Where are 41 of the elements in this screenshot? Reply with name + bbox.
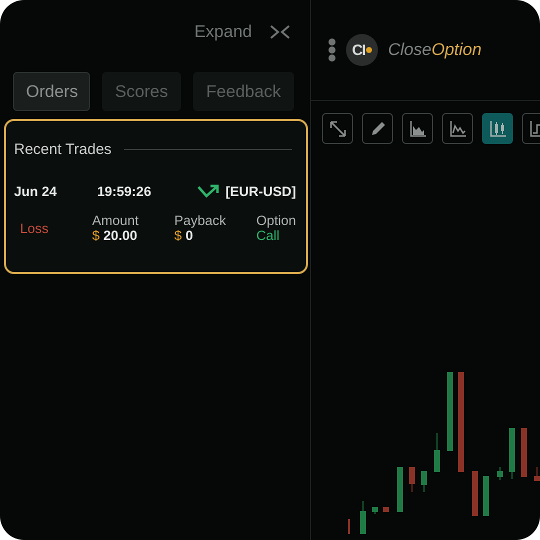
- option-label: Option: [256, 213, 296, 228]
- card-title: Recent Trades: [14, 140, 112, 158]
- trade-date: Jun 24: [14, 184, 58, 198]
- amount-value: $ 20.00: [92, 228, 138, 243]
- trade-time: 19:59:26: [97, 184, 152, 198]
- candlestick-icon: [488, 118, 508, 138]
- tab[interactable]: Scores: [102, 72, 181, 111]
- tab[interactable]: Orders: [13, 72, 90, 111]
- candle: [409, 466, 415, 492]
- logo-icon: CI: [346, 34, 378, 66]
- candle: [383, 507, 389, 512]
- trade-result: Loss: [19, 220, 50, 236]
- expand-icon: [328, 118, 348, 138]
- candle: [434, 432, 440, 472]
- candle: [521, 428, 527, 477]
- amount-label: Amount: [92, 213, 140, 228]
- chart-tool-button[interactable]: [442, 113, 473, 144]
- brand-name: CloseOption: [388, 40, 482, 60]
- candle: [483, 476, 489, 516]
- tab[interactable]: Feedback: [193, 72, 294, 111]
- chart-tool-button[interactable]: [322, 113, 353, 144]
- candle: [509, 428, 515, 480]
- menu-icon[interactable]: [328, 38, 336, 62]
- expand-label[interactable]: Expand: [194, 22, 252, 42]
- candle: [397, 467, 403, 512]
- currency-pair: [EUR-USD]: [226, 184, 296, 198]
- option-value: Call: [256, 228, 280, 243]
- candle: [421, 470, 427, 492]
- candle: [472, 471, 478, 516]
- payback-label: Payback: [174, 213, 227, 228]
- payback-value: $ 0: [174, 228, 194, 243]
- collapse-icon[interactable]: [268, 24, 292, 40]
- chart-tool-button[interactable]: [482, 113, 513, 144]
- area-chart-icon: [408, 118, 428, 138]
- candle: [360, 500, 366, 534]
- chart-tool-button[interactable]: [362, 113, 393, 144]
- chart-tool-button[interactable]: [402, 113, 433, 144]
- line-chart-icon: [448, 118, 468, 138]
- candle: [534, 466, 540, 482]
- candle: [497, 466, 503, 480]
- candle: [372, 506, 378, 514]
